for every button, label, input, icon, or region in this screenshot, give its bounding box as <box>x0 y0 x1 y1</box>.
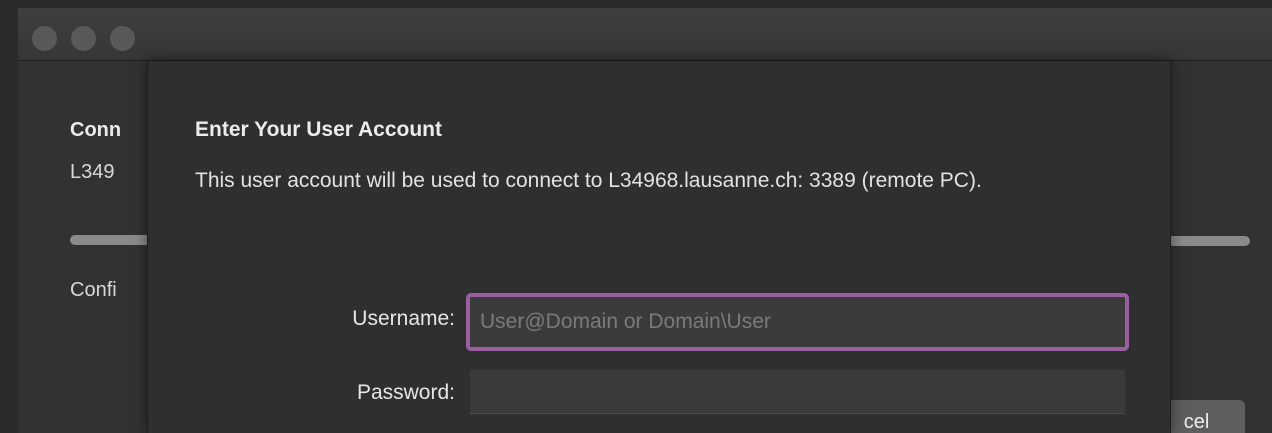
username-label: Username: <box>352 307 455 330</box>
connection-host: L349 <box>70 161 115 183</box>
title-bar <box>18 8 1272 61</box>
zoom-window-button[interactable] <box>110 26 135 51</box>
password-label: Password: <box>356 381 455 404</box>
connection-status-text: Confi <box>70 279 117 301</box>
app-window: Conn L349 Confi cel Enter Your User Acco… <box>18 8 1272 433</box>
user-account-sheet: Enter Your User Account This user accoun… <box>148 61 1170 433</box>
connection-progress-bar-end <box>1168 236 1250 246</box>
close-window-button[interactable] <box>32 26 57 51</box>
sheet-title: Enter Your User Account <box>195 118 442 141</box>
sheet-description: This user account will be used to connec… <box>195 169 982 192</box>
username-input[interactable] <box>466 293 1129 351</box>
password-input[interactable] <box>470 370 1125 414</box>
connection-heading: Conn <box>70 119 122 141</box>
minimize-window-button[interactable] <box>71 26 96 51</box>
